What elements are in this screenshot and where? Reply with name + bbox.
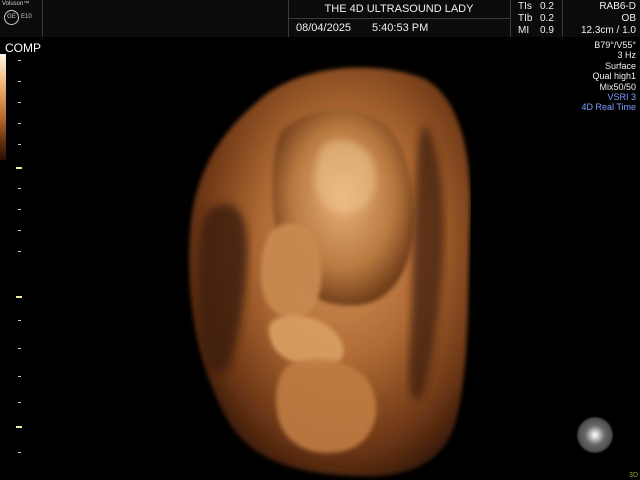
depth-tick-major [16,426,22,428]
sphere-orientation-icon[interactable] [578,418,612,452]
depth-tick [18,60,21,61]
depth-tick [18,102,21,103]
depth-scale [16,60,24,480]
depth-tick [18,376,21,377]
depth-tick [18,230,21,231]
mode-label: 4D Real Time [581,102,636,113]
divider [42,0,43,37]
depth-tick-major [16,296,22,298]
top-status-bar: Voluson™ GE E10 THE 4D ULTRASOUND LADY 0… [0,0,640,37]
thermal-index-soft-tissue: TIs 0.2 [518,1,554,12]
comp-label: COMP [5,41,41,55]
divider [562,0,563,37]
color-map-bar [0,54,6,160]
logo-area: Voluson™ GE E10 [0,0,42,37]
exam-time: 5:40:53 PM [372,22,429,34]
mode-corner-label: 3D [629,472,638,479]
ge-logo-icon: GE [4,10,19,25]
4d-rendered-volume [189,67,471,477]
clinic-title: THE 4D ULTRASOUND LADY [324,3,474,15]
depth-tick [18,452,21,453]
divider [510,0,511,37]
mix-setting: Mix50/50 [599,81,636,92]
model-name: E10 [21,14,32,20]
thermal-index-bone: TIb 0.2 [518,13,554,24]
vsri-setting: VSRI 3 [607,92,636,103]
depth-tick [18,348,21,349]
depth-tick [18,320,21,321]
depth-tick-major [16,167,22,169]
angle-readout: B79°/V55° [594,40,636,50]
acquisition-parameters: B79°/V55° 3 Hz Surface Qual high1 Mix50/… [581,40,636,113]
depth-tick [18,251,21,252]
depth-tick [18,402,21,403]
brand-name: Voluson™ [2,1,30,7]
exam-date: 08/04/2025 [296,22,352,34]
mechanical-index: MI 0.9 [518,25,554,36]
render-mode: Surface [604,60,636,71]
depth-readout: 12.3cm / 1.0 [580,25,636,36]
depth-tick [18,123,21,124]
fetal-arm [260,223,322,319]
probe-name: RAB6-D [599,1,636,12]
depth-tick [18,209,21,210]
quality-setting: Qual high1 [592,71,636,82]
divider [288,18,510,19]
depth-tick [18,144,21,145]
depth-tick [18,188,21,189]
depth-tick [18,81,21,82]
preset-name: OB [621,13,636,24]
frame-rate: 3 Hz [617,50,636,61]
